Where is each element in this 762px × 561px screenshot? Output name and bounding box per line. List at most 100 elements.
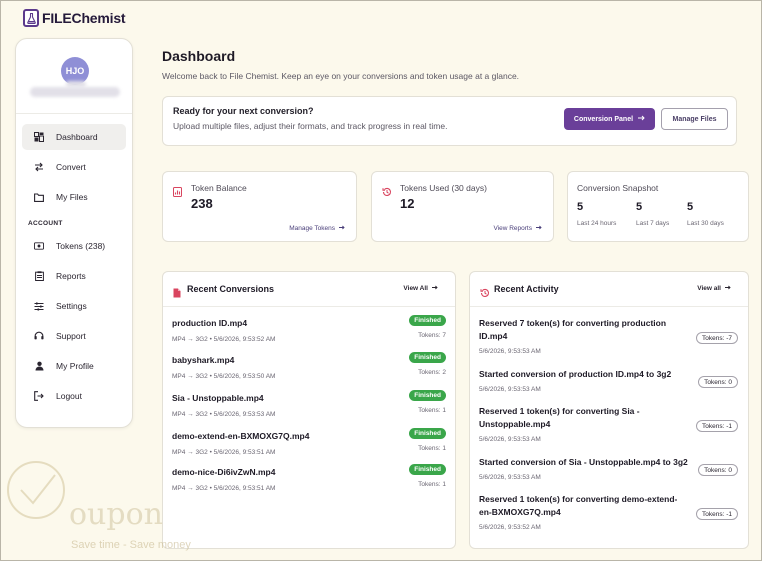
view-all-conversions-link[interactable]: View All bbox=[403, 285, 438, 292]
token-change-pill: Tokens: -7 bbox=[696, 332, 738, 344]
cta-subtitle: Upload multiple files, adjust their form… bbox=[173, 121, 448, 131]
snapshot-7d: 5 Last 7 days bbox=[636, 201, 669, 227]
conversion-meta: MP4 → 3G2 • 5/6/2026, 9:53:51 AM bbox=[172, 449, 276, 456]
headset-icon bbox=[34, 331, 44, 341]
status-badge: Finished bbox=[409, 428, 446, 439]
view-reports-link[interactable]: View Reports bbox=[493, 225, 542, 232]
conversion-row[interactable]: demo-nice-Di6ivZwN.mp4 MP4 → 3G2 • 5/6/2… bbox=[172, 464, 446, 503]
logout-icon bbox=[34, 391, 44, 401]
view-all-activity-link[interactable]: View all bbox=[697, 285, 731, 292]
conversion-meta: MP4 → 3G2 • 5/6/2026, 9:53:50 AM bbox=[172, 373, 276, 380]
token-balance-icon bbox=[173, 184, 183, 197]
sidebar-item-label: Settings bbox=[56, 301, 87, 311]
snapshot-value: 5 bbox=[577, 201, 584, 213]
view-reports-label: View Reports bbox=[493, 225, 532, 232]
sliders-icon bbox=[34, 301, 44, 311]
activity-time: 5/6/2026, 9:53:53 AM bbox=[479, 436, 541, 443]
sidebar-item-label: My Profile bbox=[56, 361, 94, 371]
sidebar: HJO Dashboard Convert My Files ACCOUNT T… bbox=[15, 38, 133, 428]
snapshot-label: Conversion Snapshot bbox=[577, 183, 659, 193]
activity-text: Started conversion of Sia - Unstoppable.… bbox=[479, 457, 688, 467]
panel-header: Recent Conversions View All bbox=[163, 272, 455, 307]
activity-item: Started conversion of Sia - Unstoppable.… bbox=[479, 456, 738, 481]
conversion-file-name: babyshark.mp4 bbox=[172, 355, 235, 365]
sidebar-item-settings[interactable]: Settings bbox=[22, 293, 126, 319]
snapshot-period: Last 30 days bbox=[687, 220, 724, 227]
conversion-meta: MP4 → 3G2 • 5/6/2026, 9:53:52 AM bbox=[172, 336, 276, 343]
snapshot-24h: 5 Last 24 hours bbox=[577, 201, 616, 227]
sidebar-item-logout[interactable]: Logout bbox=[22, 383, 126, 409]
sidebar-item-my-profile[interactable]: My Profile bbox=[22, 353, 126, 379]
sidebar-item-label: My Files bbox=[56, 192, 88, 202]
conversion-tokens: Tokens: 2 bbox=[418, 369, 446, 376]
panel-title: Recent Activity bbox=[494, 284, 559, 294]
activity-text: Reserved 7 token(s) for converting produ… bbox=[479, 318, 667, 341]
file-icon bbox=[173, 285, 182, 298]
folder-icon bbox=[34, 192, 44, 202]
status-badge: Finished bbox=[409, 352, 446, 363]
conversion-file-name: demo-extend-en-BXMOXG7Q.mp4 bbox=[172, 431, 310, 441]
status-badge: Finished bbox=[409, 390, 446, 401]
conversion-tokens: Tokens: 1 bbox=[418, 407, 446, 414]
tokens-icon bbox=[34, 241, 44, 251]
app-name: FILEChemist bbox=[42, 10, 126, 26]
sidebar-item-convert[interactable]: Convert bbox=[22, 154, 126, 180]
activity-time: 5/6/2026, 9:53:52 AM bbox=[479, 524, 541, 531]
conversion-panel-button[interactable]: Conversion Panel bbox=[564, 108, 655, 130]
user-email-redacted bbox=[30, 87, 120, 97]
activity-text: Reserved 1 token(s) for converting Sia -… bbox=[479, 406, 640, 429]
sidebar-item-label: Tokens (238) bbox=[56, 241, 106, 251]
activity-item: Started conversion of production ID.mp4 … bbox=[479, 368, 738, 393]
view-all-label: View All bbox=[403, 285, 428, 292]
dashboard-icon bbox=[34, 132, 44, 142]
conversion-panel-label: Conversion Panel bbox=[573, 115, 634, 123]
recent-conversions-panel: Recent Conversions View All production I… bbox=[162, 271, 456, 549]
sidebar-item-my-files[interactable]: My Files bbox=[22, 184, 126, 210]
token-change-pill: Tokens: -1 bbox=[696, 508, 738, 520]
arrow-right-icon bbox=[432, 285, 438, 292]
history-icon bbox=[480, 285, 489, 297]
arrow-right-icon bbox=[536, 225, 542, 232]
conversion-meta: MP4 → 3G2 • 5/6/2026, 9:53:51 AM bbox=[172, 485, 276, 492]
token-balance-card: Token Balance 238 Manage Tokens bbox=[162, 171, 357, 242]
sidebar-item-tokens[interactable]: Tokens (238) bbox=[22, 233, 126, 259]
app-logo[interactable]: FILEChemist bbox=[23, 9, 126, 27]
snapshot-value: 5 bbox=[636, 201, 643, 213]
conversion-meta: MP4 → 3G2 • 5/6/2026, 9:53:53 AM bbox=[172, 411, 276, 418]
activity-text: Started conversion of production ID.mp4 … bbox=[479, 369, 672, 379]
snapshot-30d: 5 Last 30 days bbox=[687, 201, 724, 227]
conversion-row[interactable]: production ID.mp4 MP4 → 3G2 • 5/6/2026, … bbox=[172, 315, 446, 354]
clipboard-icon bbox=[34, 271, 44, 281]
sidebar-item-label: Reports bbox=[56, 271, 86, 281]
conversion-file-name: demo-nice-Di6ivZwN.mp4 bbox=[172, 467, 276, 477]
checkmark-circle-icon bbox=[7, 461, 65, 519]
conversion-row[interactable]: Sia - Unstoppable.mp4 MP4 → 3G2 • 5/6/20… bbox=[172, 390, 446, 429]
conversion-snapshot-card: Conversion Snapshot 5 Last 24 hours 5 La… bbox=[567, 171, 749, 242]
conversion-cta-card: Ready for your next conversion? Upload m… bbox=[162, 96, 737, 146]
activity-item: Reserved 7 token(s) for converting produ… bbox=[479, 317, 738, 355]
snapshot-period: Last 24 hours bbox=[577, 220, 617, 227]
user-icon bbox=[34, 361, 44, 371]
token-balance-label: Token Balance bbox=[191, 183, 247, 193]
sidebar-divider bbox=[16, 113, 132, 114]
activity-text: Reserved 1 token(s) for converting demo-… bbox=[479, 494, 678, 517]
sidebar-item-label: Dashboard bbox=[56, 132, 98, 142]
sidebar-section-account: ACCOUNT bbox=[28, 220, 63, 227]
token-change-pill: Tokens: 0 bbox=[698, 376, 738, 388]
sidebar-item-dashboard[interactable]: Dashboard bbox=[22, 124, 126, 150]
conversion-tokens: Tokens: 1 bbox=[418, 481, 446, 488]
arrow-right-icon bbox=[725, 285, 731, 292]
activity-time: 5/6/2026, 9:53:53 AM bbox=[479, 474, 541, 481]
manage-tokens-label: Manage Tokens bbox=[289, 225, 335, 232]
snapshot-value: 5 bbox=[687, 201, 694, 213]
recent-activity-panel: Recent Activity View all Reserved 7 toke… bbox=[469, 271, 749, 549]
panel-header: Recent Activity View all bbox=[470, 272, 748, 307]
sidebar-item-support[interactable]: Support bbox=[22, 323, 126, 349]
activity-time: 5/6/2026, 9:53:53 AM bbox=[479, 386, 541, 393]
watermark-word: oupon bbox=[69, 497, 163, 532]
sidebar-item-reports[interactable]: Reports bbox=[22, 263, 126, 289]
conversion-row[interactable]: demo-extend-en-BXMOXG7Q.mp4 MP4 → 3G2 • … bbox=[172, 428, 446, 467]
conversion-row[interactable]: babyshark.mp4 MP4 → 3G2 • 5/6/2026, 9:53… bbox=[172, 352, 446, 391]
manage-files-button[interactable]: Manage Files bbox=[661, 108, 728, 130]
manage-tokens-link[interactable]: Manage Tokens bbox=[289, 225, 345, 232]
